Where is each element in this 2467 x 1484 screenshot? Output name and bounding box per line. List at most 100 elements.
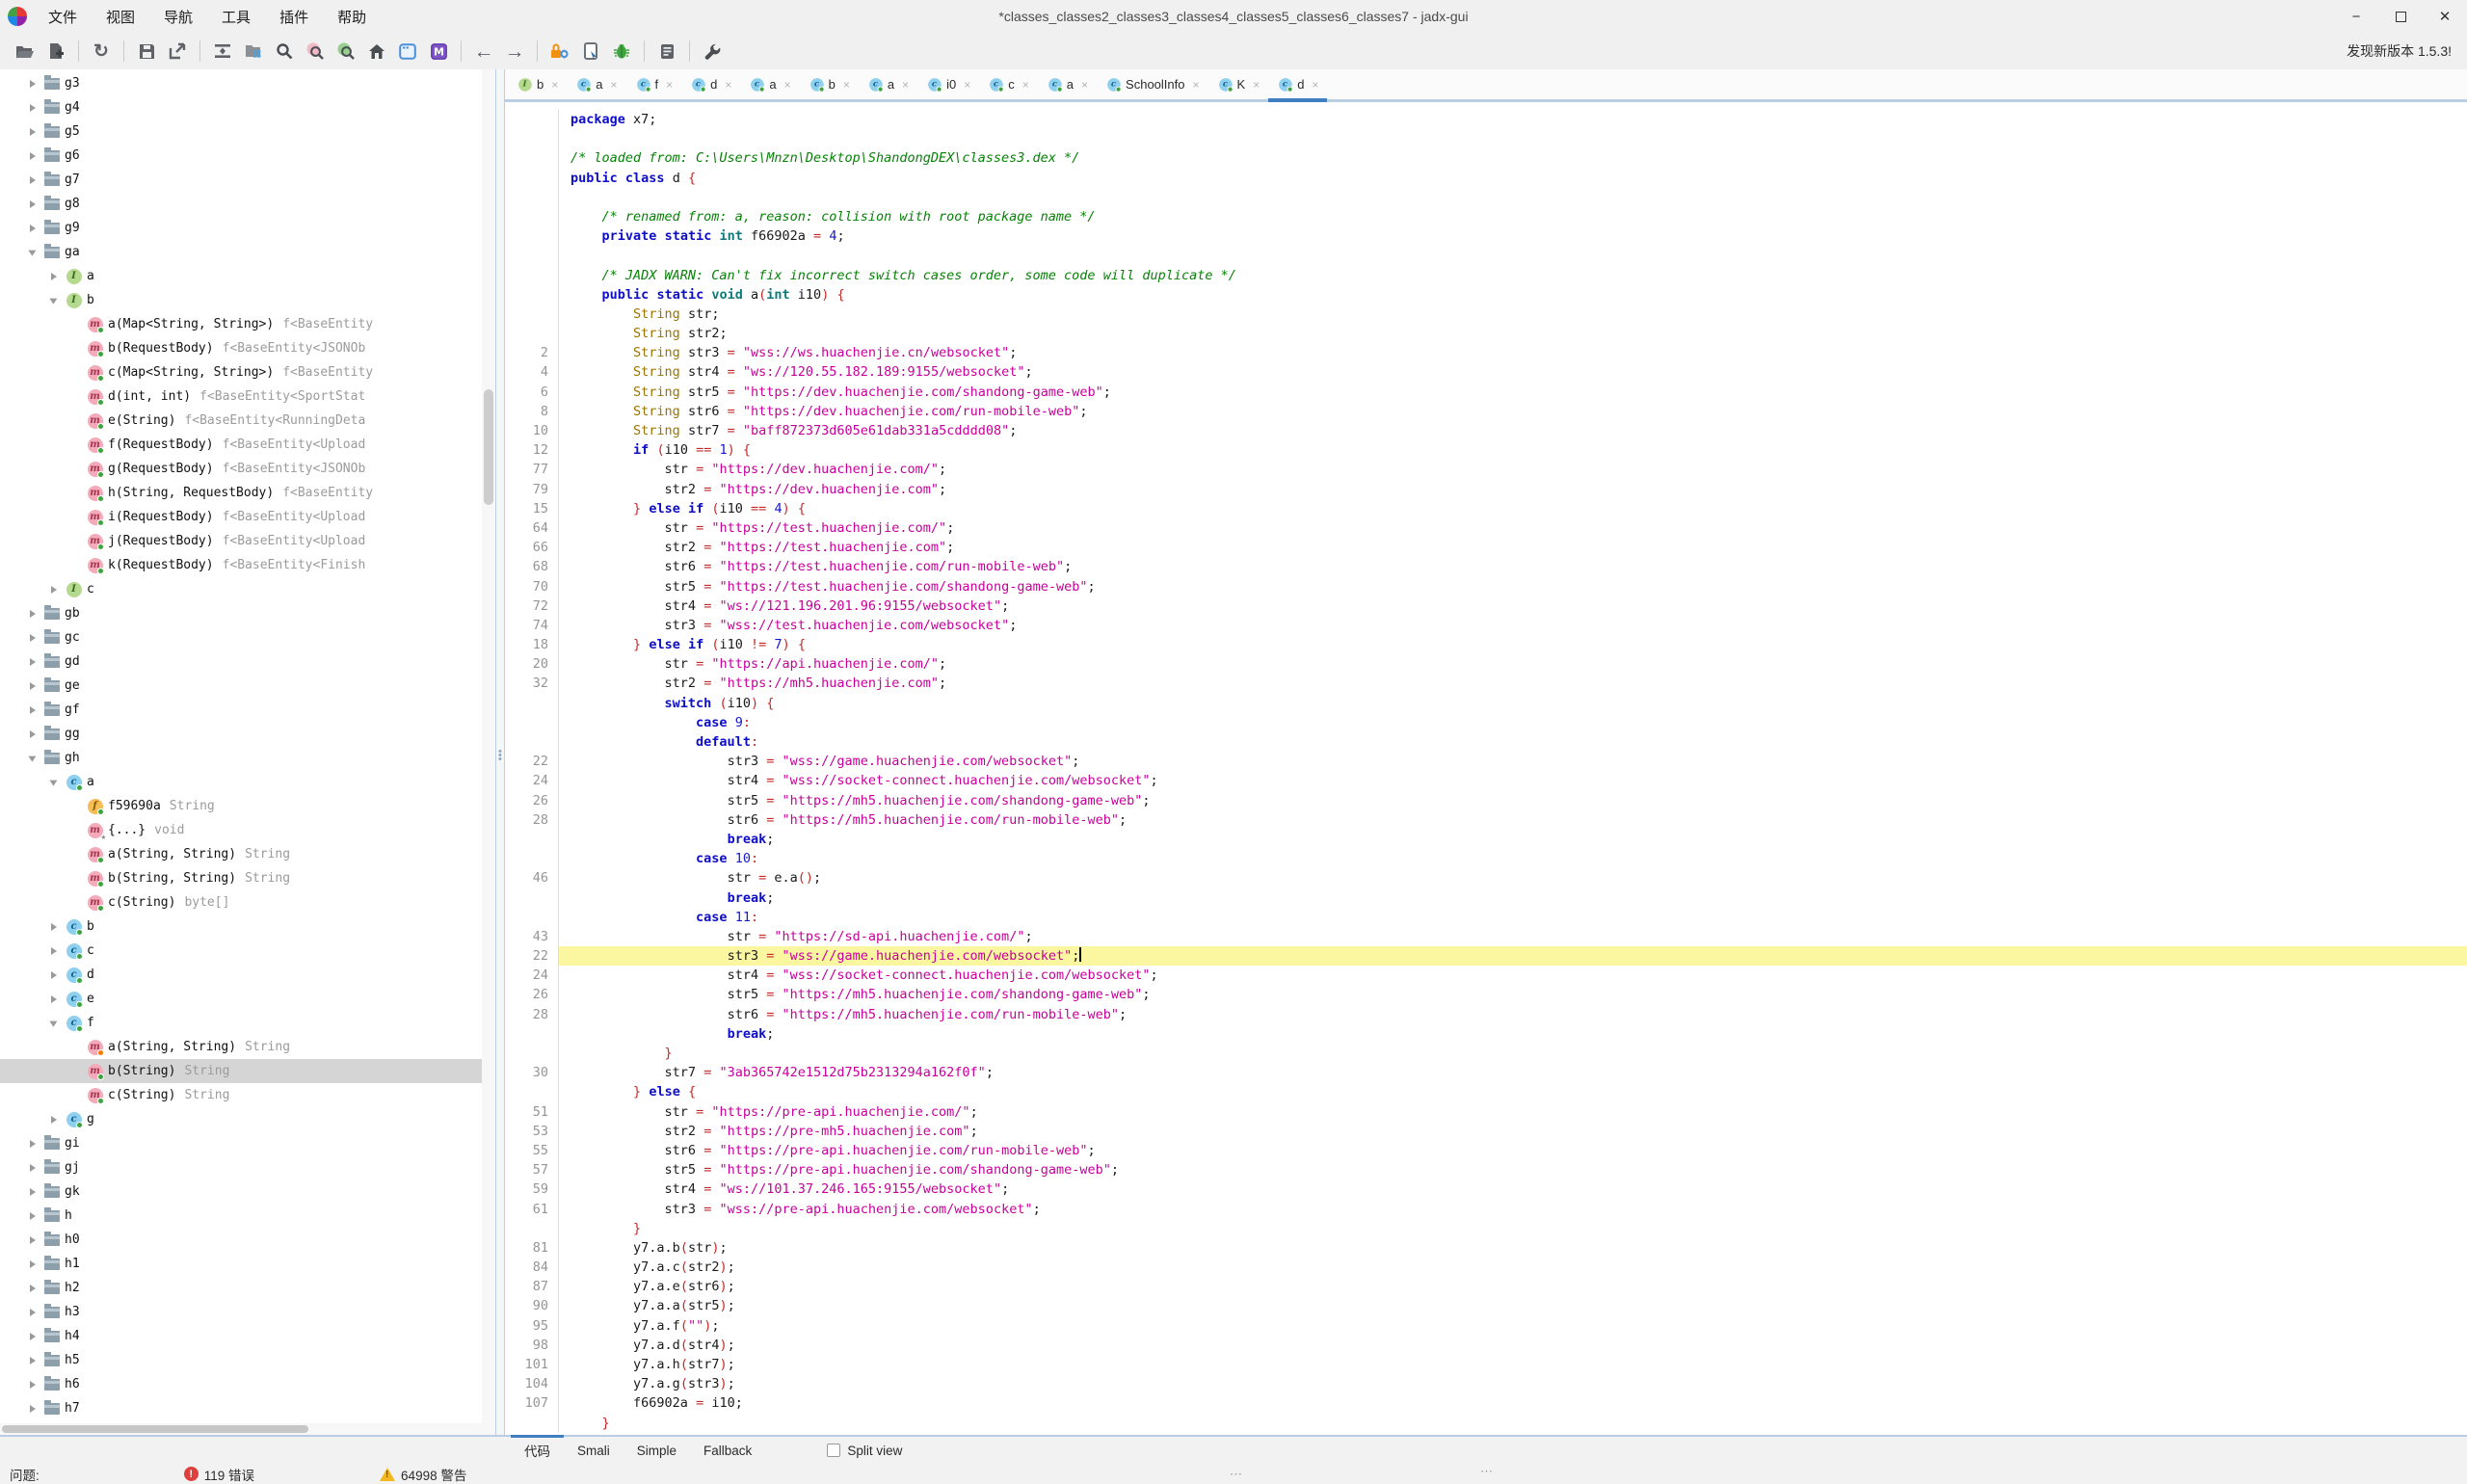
- open-file-icon[interactable]: [13, 39, 38, 64]
- code-line-text[interactable]: /* renamed from: a, reason: collision wi…: [559, 207, 2467, 226]
- code-line-text[interactable]: str = "https://api.huachenjie.com/";: [559, 654, 2467, 674]
- code-line-text[interactable]: str = "https://dev.huachenjie.com/";: [559, 460, 2467, 479]
- tree-item-gd[interactable]: gd: [0, 649, 482, 674]
- code-line-text[interactable]: break;: [559, 888, 2467, 908]
- reload-icon[interactable]: ↻: [89, 39, 114, 64]
- tree-item-f59690a[interactable]: ff59690aString: [0, 794, 482, 818]
- debugger-icon[interactable]: [609, 39, 634, 64]
- code-line-text[interactable]: package x7;: [559, 110, 2467, 129]
- mappings-icon[interactable]: M: [426, 39, 451, 64]
- editor-tab-a-1[interactable]: ca×: [567, 69, 625, 99]
- mode-tab-代码[interactable]: 代码: [511, 1437, 564, 1464]
- code-line-text[interactable]: }: [559, 1044, 2467, 1063]
- tab-close-icon[interactable]: ×: [666, 78, 673, 92]
- code-line-text[interactable]: str6 = "https://mh5.huachenjie.com/run-m…: [559, 810, 2467, 830]
- tree-item-krequestbody[interactable]: mk(RequestBody)f<BaseEntity<Finish: [0, 553, 482, 577]
- tree-item-cstring[interactable]: mc(String)byte[]: [0, 890, 482, 914]
- tree-item-gf[interactable]: gf: [0, 698, 482, 722]
- tree-item-b[interactable]: Ib: [0, 288, 482, 312]
- menu-item-1[interactable]: 视图: [94, 3, 146, 31]
- tab-close-icon[interactable]: ×: [1312, 78, 1318, 92]
- tab-close-icon[interactable]: ×: [1022, 78, 1029, 92]
- tab-close-icon[interactable]: ×: [1081, 78, 1088, 92]
- code-line-text[interactable]: str4 = "ws://121.196.201.96:9155/websock…: [559, 596, 2467, 616]
- tree-item-estring[interactable]: me(String)f<BaseEntity<RunningDeta: [0, 409, 482, 433]
- tree-item-irequestbody[interactable]: mi(RequestBody)f<BaseEntity<Upload: [0, 505, 482, 529]
- chevron-right-icon[interactable]: [46, 1112, 62, 1127]
- tree-item-h0[interactable]: h0: [0, 1228, 482, 1252]
- maximize-button[interactable]: [2378, 0, 2423, 33]
- chevron-right-icon[interactable]: [25, 1329, 40, 1344]
- log-viewer-icon[interactable]: [654, 39, 679, 64]
- code-line-text[interactable]: str5 = "https://mh5.huachenjie.com/shand…: [559, 791, 2467, 810]
- editor-tab-a-9[interactable]: ca×: [1038, 69, 1097, 99]
- editor-tab-b-5[interactable]: cb×: [800, 69, 859, 99]
- tree-item-e[interactable]: ce: [0, 987, 482, 1011]
- chevron-right-icon[interactable]: [25, 1208, 40, 1224]
- tree-item-c[interactable]: cc: [0, 939, 482, 963]
- code-line-text[interactable]: str5 = "https://test.huachenjie.com/shan…: [559, 577, 2467, 596]
- code-line-text[interactable]: String str7 = "baff872373d605e61dab331a5…: [559, 421, 2467, 440]
- code-line-text[interactable]: y7.a.f("");: [559, 1316, 2467, 1336]
- tab-close-icon[interactable]: ×: [784, 78, 791, 92]
- tree-item-g[interactable]: cg: [0, 1107, 482, 1131]
- chevron-down-icon[interactable]: [46, 293, 62, 308]
- chevron-right-icon[interactable]: [25, 172, 40, 188]
- code-line-text[interactable]: str3 = "wss://game.huachenjie.com/websoc…: [559, 946, 2467, 966]
- tree-item-g5[interactable]: g5: [0, 119, 482, 144]
- tree-item-dintint[interactable]: md(int, int)f<BaseEntity<SportStat: [0, 384, 482, 409]
- code-line-text[interactable]: str4 = "ws://101.37.246.165:9155/websock…: [559, 1179, 2467, 1199]
- code-editor[interactable]: package x7; /* loaded from: C:\Users\Mnzn…: [505, 102, 2467, 1435]
- tab-close-icon[interactable]: ×: [964, 78, 970, 92]
- chevron-right-icon[interactable]: [46, 943, 62, 959]
- code-line-text[interactable]: str6 = "https://mh5.huachenjie.com/run-m…: [559, 1005, 2467, 1024]
- tree-item-g7[interactable]: g7: [0, 168, 482, 192]
- tree-item-g3[interactable]: g3: [0, 71, 482, 95]
- code-line-text[interactable]: str3 = "wss://pre-api.huachenjie.com/web…: [559, 1200, 2467, 1219]
- code-line-text[interactable]: }: [559, 1414, 2467, 1433]
- code-line-text[interactable]: [559, 129, 2467, 148]
- tree-item-h5[interactable]: h5: [0, 1348, 482, 1372]
- menu-item-5[interactable]: 帮助: [326, 3, 378, 31]
- code-line-text[interactable]: y7.a.b(str);: [559, 1238, 2467, 1258]
- code-line-text[interactable]: y7.a.g(str3);: [559, 1374, 2467, 1393]
- chevron-right-icon[interactable]: [25, 1136, 40, 1152]
- export-icon[interactable]: [165, 39, 190, 64]
- tab-close-icon[interactable]: ×: [551, 78, 558, 92]
- chevron-right-icon[interactable]: [25, 606, 40, 622]
- editor-tab-c-8[interactable]: cc×: [979, 69, 1038, 99]
- code-line-text[interactable]: String str5 = "https://dev.huachenjie.co…: [559, 383, 2467, 402]
- code-line-text[interactable]: str3 = "wss://game.huachenjie.com/websoc…: [559, 752, 2467, 771]
- code-line-text[interactable]: str = "https://test.huachenjie.com/";: [559, 518, 2467, 538]
- main-activity-icon[interactable]: [364, 39, 389, 64]
- chevron-right-icon[interactable]: [25, 654, 40, 670]
- code-line-text[interactable]: } else if (i10 == 4) {: [559, 499, 2467, 518]
- code-line-text[interactable]: str6 = "https://pre-api.huachenjie.com/r…: [559, 1141, 2467, 1160]
- editor-tab-schoolinfo-10[interactable]: cSchoolInfo×: [1097, 69, 1207, 99]
- chevron-right-icon[interactable]: [46, 967, 62, 983]
- error-count[interactable]: 119 错误: [204, 1465, 254, 1484]
- chevron-down-icon[interactable]: [25, 245, 40, 260]
- tab-close-icon[interactable]: ×: [1253, 78, 1260, 92]
- code-line-text[interactable]: String str3 = "wss://ws.huachenjie.cn/we…: [559, 343, 2467, 362]
- chevron-right-icon[interactable]: [25, 124, 40, 140]
- code-line-text[interactable]: [559, 188, 2467, 207]
- tree-item-[interactable]: m★{...}void: [0, 818, 482, 842]
- code-line-text[interactable]: public class d {: [559, 169, 2467, 188]
- code-line-text[interactable]: str6 = "https://test.huachenjie.com/run-…: [559, 557, 2467, 576]
- code-line-text[interactable]: /* loaded from: C:\Users\Mnzn\Desktop\Sh…: [559, 148, 2467, 168]
- tree-item-gb[interactable]: gb: [0, 601, 482, 625]
- tree-item-astringstring[interactable]: ma(String, String)String: [0, 842, 482, 866]
- tree-item-a[interactable]: Ia: [0, 264, 482, 288]
- tree-item-h3[interactable]: h3: [0, 1300, 482, 1324]
- chevron-right-icon[interactable]: [25, 1160, 40, 1176]
- editor-tab-d-12[interactable]: cd×: [1268, 69, 1327, 99]
- chevron-right-icon[interactable]: [25, 1257, 40, 1272]
- code-line-text[interactable]: case 9:: [559, 713, 2467, 732]
- split-view-checkbox[interactable]: [827, 1444, 840, 1457]
- mode-tab-smali[interactable]: Smali: [564, 1437, 623, 1464]
- code-line-text[interactable]: str4 = "wss://socket-connect.huachenjie.…: [559, 966, 2467, 985]
- tree-item-f[interactable]: cf: [0, 1011, 482, 1035]
- chevron-right-icon[interactable]: [25, 1377, 40, 1392]
- code-line-text[interactable]: } else {: [559, 1082, 2467, 1101]
